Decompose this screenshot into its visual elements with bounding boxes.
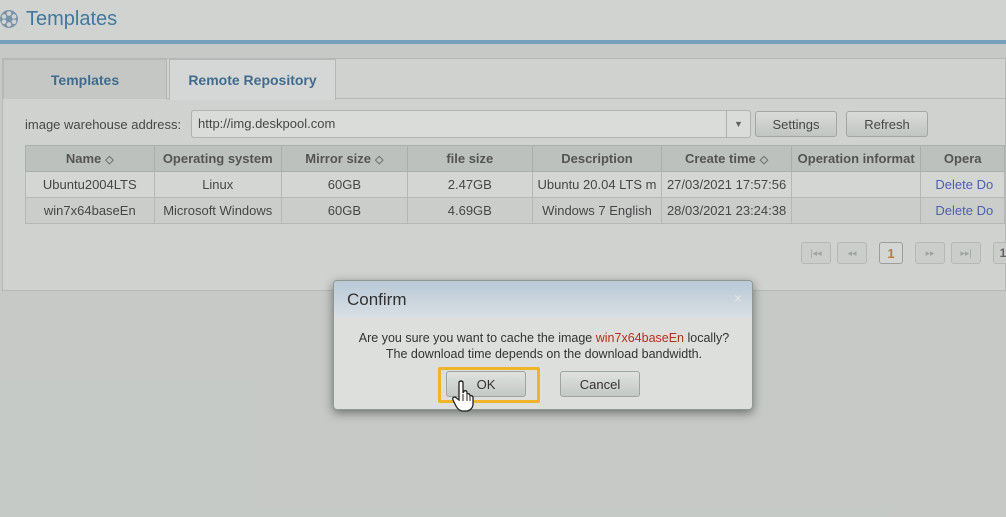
image-name-highlight: win7x64baseEn [595, 331, 685, 345]
dialog-message: Are you sure you want to cache the image… [334, 330, 754, 362]
modal-overlay [0, 0, 1006, 517]
hand-cursor-icon [452, 380, 474, 412]
confirm-dialog: Confirm × Are you sure you want to cache… [333, 280, 753, 410]
dialog-title: Confirm [347, 290, 407, 309]
dialog-header: Confirm × [334, 281, 752, 317]
dialog-message-line1: Are you sure you want to cache the image… [358, 331, 730, 345]
cancel-button[interactable]: Cancel [560, 371, 640, 397]
close-icon[interactable]: × [734, 290, 742, 306]
dialog-message-line2: The download time depends on the downloa… [385, 347, 703, 361]
